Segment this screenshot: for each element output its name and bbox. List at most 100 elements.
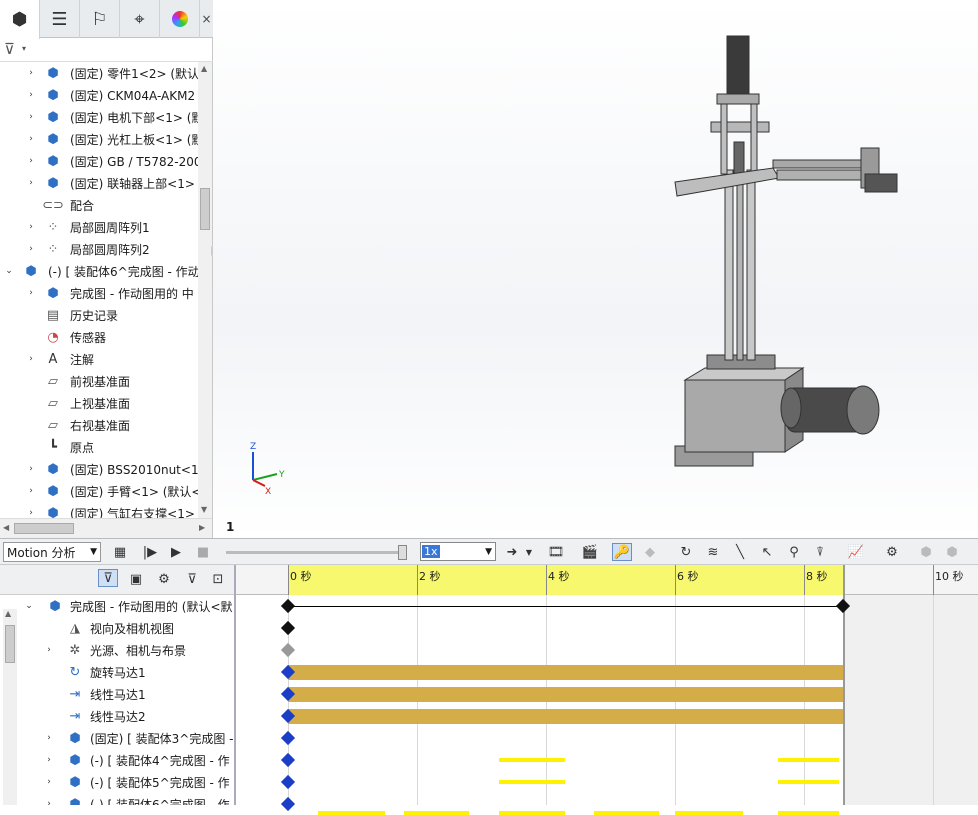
gravity-button[interactable]: ⍒: [810, 543, 830, 561]
motion-tree-item[interactable]: › ⬢ (-) [ 装配体5^完成图 - 作: [0, 771, 234, 793]
change-bar[interactable]: [318, 811, 385, 815]
expand-arrow-icon[interactable]: ›: [26, 288, 36, 298]
motion-timeline[interactable]: 0 秒 2 秒 4 秒 6 秒 8 秒 10 秒: [236, 565, 978, 815]
tree-item[interactable]: › ⬢ (固定) 气缸右支撑<1>: [0, 502, 198, 519]
tree-item[interactable]: › ⬢ (固定) 零件1<2> (默认: [0, 62, 198, 84]
playback-mode-dropdown[interactable]: ▼: [522, 543, 536, 561]
play-from-start-button[interactable]: |▶: [140, 543, 160, 561]
hscroll-thumb[interactable]: [14, 523, 74, 534]
tree-item[interactable]: ⊂⊃ 配合: [0, 194, 198, 216]
expand-arrow-icon[interactable]: ›: [26, 486, 36, 496]
expand-arrow-icon[interactable]: ›: [26, 178, 36, 188]
change-bar[interactable]: [498, 758, 566, 762]
expand-arrow-icon[interactable]: ›: [26, 156, 36, 166]
expand-arrow-icon[interactable]: ›: [26, 354, 36, 364]
expand-arrow-icon[interactable]: ›: [26, 90, 36, 100]
change-bar[interactable]: [498, 780, 566, 784]
key-point[interactable]: [280, 620, 296, 636]
tree-item[interactable]: › ⬢ (固定) 手臂<1> (默认<: [0, 480, 198, 502]
display-manager-tab[interactable]: [160, 0, 200, 38]
animation-wizard-button[interactable]: 🎬: [580, 543, 600, 561]
tree-item[interactable]: ▱ 前视基准面: [0, 370, 198, 392]
motor-timeline-bar[interactable]: [288, 665, 843, 680]
property-manager-tab[interactable]: ☰: [40, 0, 80, 38]
expand-arrow-icon[interactable]: ›: [44, 755, 54, 765]
tree-item[interactable]: › ⬢ (固定) CKM04A-AKM2: [0, 84, 198, 106]
motion-tree-item[interactable]: › ⬢ (-) [ 装配体4^完成图 - 作: [0, 749, 234, 771]
tree-item[interactable]: ▤ 历史记录: [0, 304, 198, 326]
damper-button[interactable]: ╲: [730, 543, 750, 561]
motion-tree-item[interactable]: ⇥ 线性马达1: [0, 683, 234, 705]
motion-tree-item[interactable]: ↻ 旋转马达1: [0, 661, 234, 683]
feature-manager-tab[interactable]: ⬢: [0, 0, 40, 39]
key-point[interactable]: [280, 752, 296, 768]
configuration-manager-tab[interactable]: ⚐: [80, 0, 120, 38]
tree-item[interactable]: ┗ 原点: [0, 436, 198, 458]
tree-item[interactable]: ◔ 传感器: [0, 326, 198, 348]
filter-driving-button[interactable]: ▣: [126, 570, 146, 588]
expand-arrow-icon[interactable]: ›: [26, 134, 36, 144]
study-properties-button[interactable]: ⚙: [882, 543, 902, 561]
tree-item[interactable]: › A 注解: [0, 348, 198, 370]
expand-arrow-icon[interactable]: ›: [44, 777, 54, 787]
tree-horizontal-scrollbar[interactable]: ◀ ▶: [0, 518, 212, 538]
autokey-button[interactable]: 🔑: [612, 543, 632, 561]
tree-item[interactable]: ▱ 上视基准面: [0, 392, 198, 414]
results-plots-button[interactable]: 📈: [846, 543, 866, 561]
stop-button[interactable]: ■: [193, 543, 213, 561]
playback-mode-button[interactable]: ➜: [502, 543, 522, 561]
simulation-results-button[interactable]: ⬢: [942, 543, 962, 561]
filter-dropdown-icon[interactable]: ▾: [22, 44, 26, 53]
robot-arm-model[interactable]: Z Y X: [213, 0, 978, 538]
tree-item[interactable]: › ⬢ 完成图 - 作动图用的 中: [0, 282, 198, 304]
change-bar[interactable]: [778, 780, 840, 784]
calculate-button[interactable]: ▦: [110, 543, 130, 561]
motion-tree-item[interactable]: ⌄ ⬢ 完成图 - 作动图用的 (默认<默: [0, 595, 234, 617]
tree-item[interactable]: › ⬢ (固定) 电机下部<1> (默: [0, 106, 198, 128]
change-bar[interactable]: [778, 811, 840, 815]
tree-item[interactable]: › ⁘ 局部圆周阵列2: [0, 238, 198, 260]
simulation-setup-button[interactable]: ⬢: [916, 543, 936, 561]
change-bar[interactable]: [594, 811, 659, 815]
playback-slider[interactable]: [226, 545, 407, 560]
playback-speed-select[interactable]: 1x ▼: [420, 542, 496, 561]
key-point[interactable]: [280, 642, 296, 658]
change-bar[interactable]: [498, 811, 566, 815]
slider-thumb[interactable]: [398, 545, 407, 560]
collapse-arrow-icon[interactable]: ⌄: [4, 266, 14, 276]
scroll-thumb[interactable]: [200, 188, 210, 230]
dimxpert-tab[interactable]: ⌖: [120, 0, 160, 38]
expand-arrow-icon[interactable]: ›: [26, 508, 36, 518]
tree-item[interactable]: ⌄ ⬢ (-) [ 装配体6^完成图 - 作动: [0, 260, 198, 282]
key-point[interactable]: [280, 730, 296, 746]
key-point[interactable]: [280, 796, 296, 812]
collapse-arrow-icon[interactable]: ⌄: [24, 601, 34, 611]
close-panel-button[interactable]: ×: [200, 0, 213, 37]
spring-button[interactable]: ≋: [703, 543, 723, 561]
filter-results-button[interactable]: ⊽: [182, 570, 202, 588]
tree-item[interactable]: › ⬢ (固定) BSS2010nut<1>: [0, 458, 198, 480]
motion-tree-scrollbar[interactable]: ▲: [3, 609, 17, 805]
expand-arrow-icon[interactable]: ›: [44, 733, 54, 743]
motor-timeline-bar[interactable]: [288, 709, 843, 724]
expand-arrow-icon[interactable]: ›: [44, 645, 54, 655]
expand-arrow-icon[interactable]: ›: [26, 222, 36, 232]
graphics-viewport[interactable]: Z Y X 1: [213, 0, 978, 538]
motion-tree-item[interactable]: ⇥ 线性马达2: [0, 705, 234, 727]
motor-button[interactable]: ↻: [676, 543, 696, 561]
expand-arrow-icon[interactable]: ›: [26, 112, 36, 122]
motion-tree-item[interactable]: › ✲ 光源、相机与布景: [0, 639, 234, 661]
autofit-button[interactable]: ⊡: [208, 570, 228, 588]
filter-selected-button[interactable]: ⚙: [154, 570, 174, 588]
expand-arrow-icon[interactable]: ›: [26, 244, 36, 254]
change-bar[interactable]: [778, 758, 840, 762]
contact-button[interactable]: ⚲: [784, 543, 804, 561]
change-bar[interactable]: [404, 811, 469, 815]
motion-tree-item[interactable]: › ⬢ (固定) [ 装配体3^完成图 -: [0, 727, 234, 749]
expand-arrow-icon[interactable]: ›: [26, 464, 36, 474]
add-update-key-button[interactable]: ◆: [640, 543, 660, 561]
study-type-select[interactable]: Motion 分析 ▼: [3, 542, 101, 562]
expand-arrow-icon[interactable]: ›: [26, 68, 36, 78]
tree-vertical-scrollbar[interactable]: ▲ ▼: [198, 62, 212, 518]
play-button[interactable]: ▶: [166, 543, 186, 561]
